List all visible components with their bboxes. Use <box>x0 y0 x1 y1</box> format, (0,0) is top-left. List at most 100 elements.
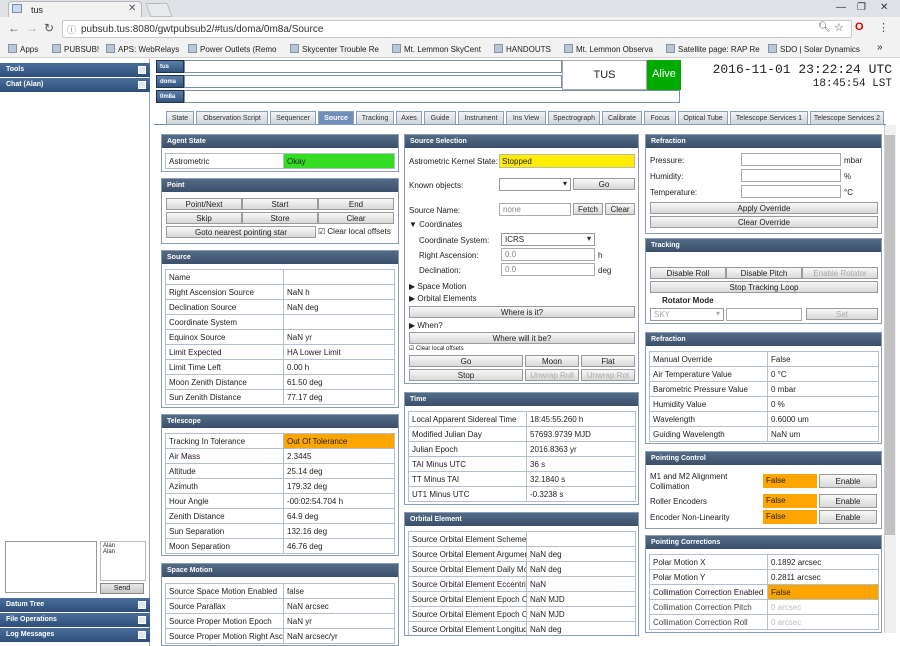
go-button[interactable]: Go <box>573 178 635 190</box>
refraction-panel: Refraction Manual Override False Air Tempe… <box>645 332 882 444</box>
tab-source[interactable]: Source <box>318 111 354 125</box>
humidity-input[interactable] <box>741 169 841 182</box>
bookmark-aps[interactable]: APS: WebRelays <box>106 44 179 54</box>
minimize-icon[interactable]: — <box>836 2 846 13</box>
expand-icon[interactable] <box>138 616 146 624</box>
when-toggle[interactable]: ▶ When? <box>409 321 443 330</box>
pressure-input[interactable] <box>741 153 841 166</box>
info-icon[interactable]: ⓘ <box>67 23 76 36</box>
enable-roller-encoders-button[interactable]: Enable <box>819 494 877 508</box>
go-track-button[interactable]: Go <box>409 355 523 367</box>
expand-icon[interactable] <box>138 601 146 609</box>
coordinates-toggle[interactable]: ▼ Coordinates <box>409 220 462 229</box>
tab-calibrate[interactable]: Calibrate <box>602 111 642 125</box>
source-name-input[interactable]: none <box>499 203 571 216</box>
expand-icon[interactable] <box>138 631 146 639</box>
bookmark-skycenter[interactable]: Skycenter Trouble Re <box>290 44 379 54</box>
clear-local-offsets-checkbox-2[interactable]: ☑ Clear local offsets <box>409 345 464 352</box>
disable-roll-button[interactable]: Disable Roll <box>650 267 726 279</box>
scrollbar-thumb[interactable] <box>885 135 895 535</box>
enable-collimation-button[interactable]: Enable <box>819 474 877 488</box>
back-icon[interactable]: ← <box>8 21 20 35</box>
bookmark-satellite[interactable]: Satellite page: RAP Re <box>666 44 760 54</box>
forward-icon[interactable]: → <box>26 21 38 35</box>
clear-button[interactable]: Clear <box>318 212 394 224</box>
ra-input[interactable]: 0.0 <box>501 248 595 261</box>
bookmark-star-icon[interactable]: ☆ <box>834 21 844 34</box>
reload-icon[interactable]: ↻ <box>44 21 54 35</box>
rotator-value-input[interactable] <box>726 308 802 321</box>
coordinate-system-select[interactable]: ICRS <box>501 233 595 246</box>
tab-instrument[interactable]: Instrument <box>458 111 504 125</box>
clear-override-button[interactable]: Clear Override <box>650 216 878 228</box>
enable-rotator-button[interactable]: Enable Rotator <box>802 267 878 279</box>
expand-icon[interactable] <box>138 66 146 74</box>
temperature-input[interactable] <box>741 185 841 198</box>
where-will-it-be-button[interactable]: Where will it be? <box>409 332 635 344</box>
menu-icon[interactable]: ⋮ <box>878 21 889 34</box>
bookmark-sdo[interactable]: SDO | Solar Dynamics <box>768 44 860 54</box>
stop-button[interactable]: Stop <box>409 369 523 381</box>
bookmark-lemmon[interactable]: Mt. Lemmon SkyCent <box>392 44 481 54</box>
rotator-mode-select[interactable]: SKY <box>650 308 724 321</box>
bookmark-pubsub[interactable]: PUBSUB! <box>52 44 99 54</box>
stop-tracking-loop-button[interactable]: Stop Tracking Loop <box>650 281 878 293</box>
send-button[interactable]: Send <box>100 583 144 594</box>
bookmarks-overflow-icon[interactable]: » <box>877 42 883 53</box>
apply-override-button[interactable]: Apply Override <box>650 202 878 214</box>
where-is-it-button[interactable]: Where is it? <box>409 306 635 318</box>
point-next-button[interactable]: Point/Next <box>166 198 242 210</box>
address-bar[interactable]: pubsub.tus:8080/gwtpubsub2/#tus/doma/0m8… <box>62 20 852 38</box>
bookmark-apps[interactable]: Apps <box>8 44 38 54</box>
set-button[interactable]: Set <box>806 308 878 320</box>
tab-tracking[interactable]: Tracking <box>356 111 394 125</box>
start-button[interactable]: Start <box>242 198 318 210</box>
disable-pitch-button[interactable]: Disable Pitch <box>726 267 802 279</box>
chat-header[interactable]: Chat (Alan) <box>0 78 150 92</box>
opera-icon[interactable]: O <box>855 21 864 33</box>
bookmark-handouts[interactable]: HANDOUTS <box>494 44 551 54</box>
skip-button[interactable]: Skip <box>166 212 242 224</box>
unwrap-rot-button[interactable]: Unwrap Rot <box>581 369 635 381</box>
tab-sequencer[interactable]: Sequencer <box>270 111 316 125</box>
enable-encoder-nonlinearity-button[interactable]: Enable <box>819 510 877 524</box>
known-objects-select[interactable] <box>499 178 571 191</box>
tab-telescope-services-1[interactable]: Telescope Services 1 <box>730 111 808 125</box>
space-motion-toggle[interactable]: ▶ Space Motion <box>409 282 466 291</box>
orbital-elements-toggle[interactable]: ▶ Orbital Elements <box>409 294 477 303</box>
window-close-icon[interactable]: ✕ <box>880 2 888 13</box>
goto-nearest-pointing-star-button[interactable]: Goto nearest pointing star <box>166 226 316 238</box>
zoom-icon[interactable]: 🔍︎ <box>818 22 831 33</box>
tab-axes[interactable]: Axes <box>396 111 422 125</box>
clear-source-button[interactable]: Clear <box>605 203 635 215</box>
end-button[interactable]: End <box>318 198 394 210</box>
tab-spectrograph[interactable]: Spectrograph <box>548 111 600 125</box>
tab-telescope-services-2[interactable]: Telescope Services 2 <box>810 111 884 125</box>
close-tab-icon[interactable]: ✕ <box>128 3 136 14</box>
tools-header[interactable]: Tools <box>0 63 150 77</box>
new-tab-button[interactable] <box>145 3 173 17</box>
log-messages-header[interactable]: Log Messages <box>0 628 150 642</box>
bookmark-observa[interactable]: Mt. Lemmon Observa <box>564 44 653 54</box>
file-operations-header[interactable]: File Operations <box>0 613 150 627</box>
clear-local-offsets-checkbox[interactable]: ☑ Clear local offsets <box>318 227 391 236</box>
store-button[interactable]: Store <box>242 212 318 224</box>
moon-button[interactable]: Moon <box>525 355 579 367</box>
unwrap-roll-button[interactable]: Unwrap Roll <box>525 369 579 381</box>
maximize-icon[interactable]: ❐ <box>857 2 866 13</box>
tools-label: Tools <box>6 66 25 73</box>
fetch-button[interactable]: Fetch <box>573 203 603 215</box>
chat-input[interactable] <box>5 541 97 593</box>
flat-button[interactable]: Flat <box>581 355 635 367</box>
tab-observation-script[interactable]: Observation Script <box>196 111 268 125</box>
tab-state[interactable]: State <box>166 111 194 125</box>
bookmark-power[interactable]: Power Outlets (Remo <box>188 44 276 54</box>
tab-ins-view[interactable]: Ins View <box>506 111 546 125</box>
expand-icon[interactable] <box>138 81 146 89</box>
tab-optical-tube[interactable]: Optical Tube <box>678 111 728 125</box>
datum-tree-header[interactable]: Datum Tree <box>0 598 150 612</box>
tab-focus[interactable]: Focus <box>644 111 676 125</box>
tab-guide[interactable]: Guide <box>424 111 456 125</box>
dec-input[interactable]: 0.0 <box>501 263 595 276</box>
browser-tab[interactable]: tus <box>8 1 142 17</box>
